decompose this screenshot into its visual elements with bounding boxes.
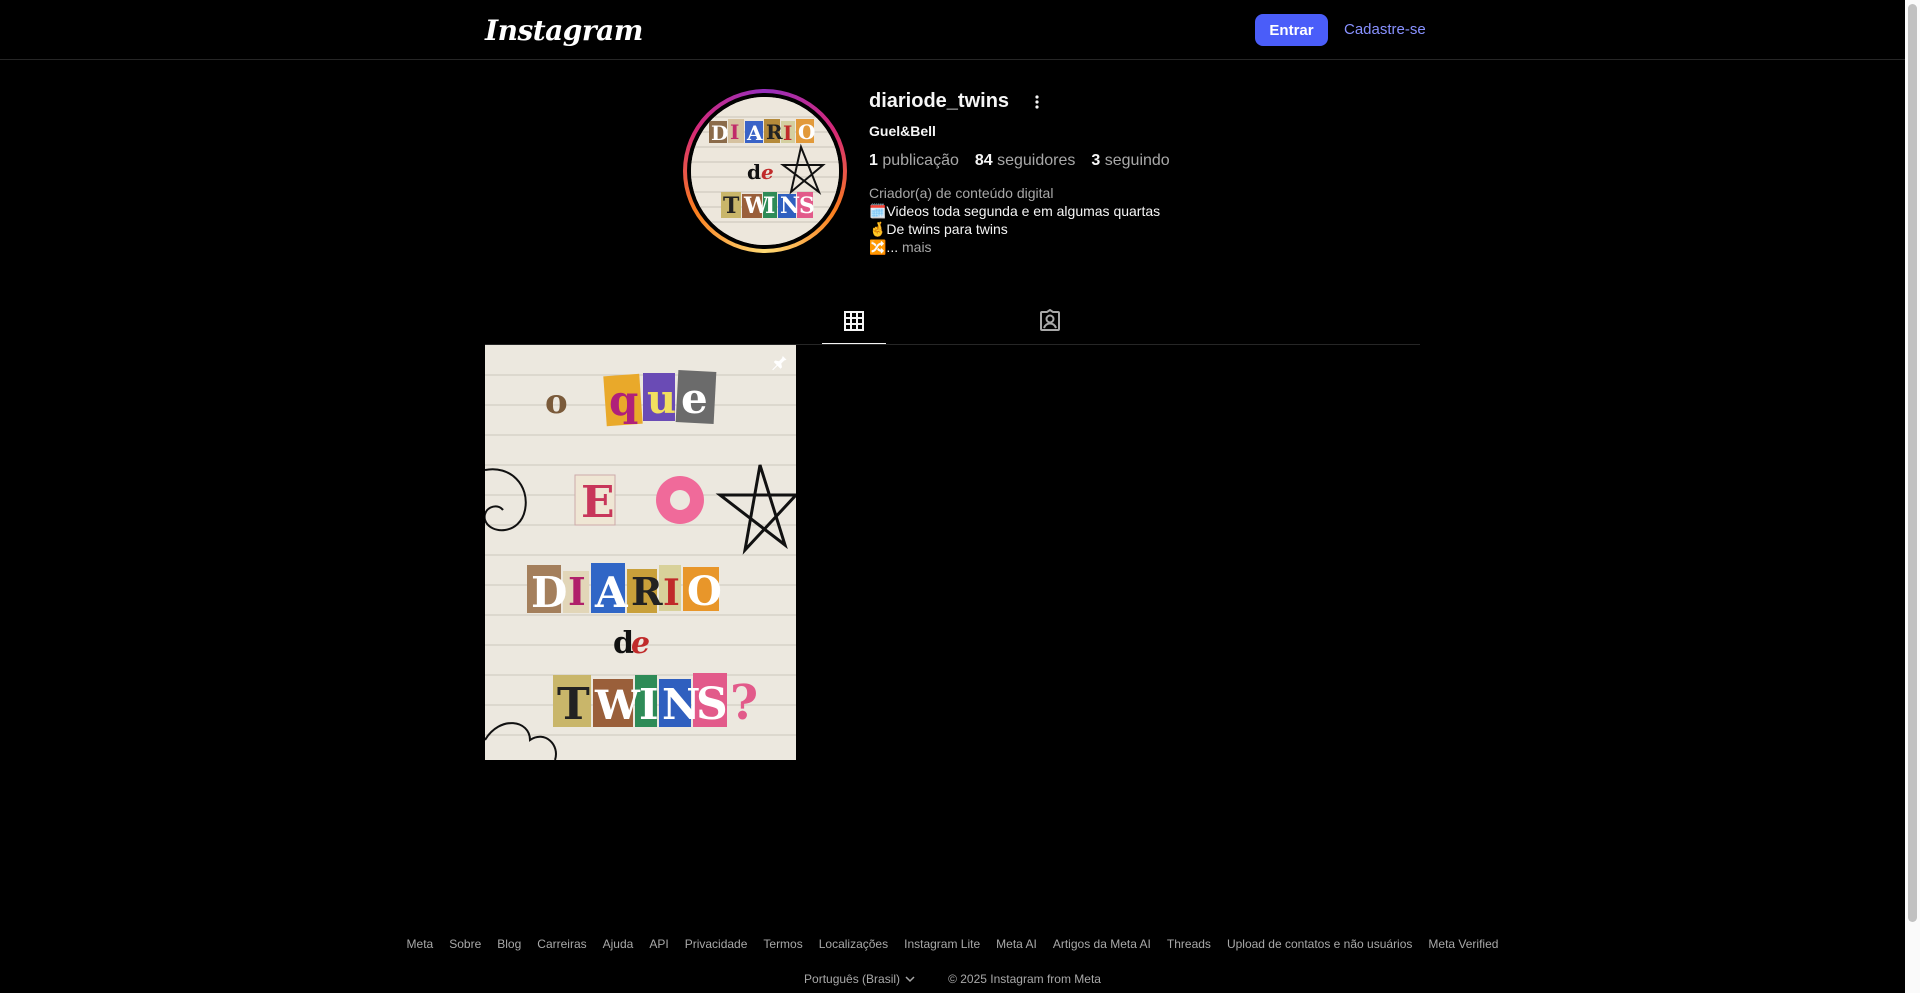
language-label: Português (Brasil): [804, 972, 901, 986]
signup-link[interactable]: Cadastre-se: [1344, 21, 1426, 38]
posts-label: publicação: [882, 152, 959, 169]
followers-label: seguidores: [997, 152, 1076, 169]
svg-text:R: R: [766, 120, 783, 144]
post-image: o q u e E D I A R I O d e T W I N S ?: [485, 345, 796, 760]
footer-link[interactable]: Sobre: [449, 937, 481, 951]
bio-line: 🤞De twins para twins: [869, 221, 1008, 237]
login-button[interactable]: Entrar: [1255, 14, 1328, 46]
footer-link[interactable]: Ajuda: [603, 937, 634, 951]
followers-count: 84: [974, 152, 993, 169]
svg-text:S: S: [696, 679, 728, 730]
bio-line: 🗓️Videos toda segunda e em algumas quart…: [869, 203, 1161, 219]
posts-stat: 1 publicação: [869, 152, 959, 170]
svg-text:I: I: [663, 572, 680, 614]
footer-links: Meta Sobre Blog Carreiras Ajuda API Priv…: [0, 937, 1905, 951]
following-label: seguindo: [1104, 152, 1170, 169]
footer-link[interactable]: Instagram Lite: [904, 937, 980, 951]
profile-stats: 1 publicação 84 seguidores 3 seguindo: [869, 152, 1170, 170]
svg-text:D: D: [711, 121, 728, 145]
copyright-text: © 2025 Instagram from Meta: [948, 972, 1101, 986]
profile-category: Criador(a) de conteúdo digital: [869, 185, 1054, 201]
svg-text:I: I: [639, 680, 659, 729]
svg-text:I: I: [730, 120, 739, 144]
profile-full-name: Guel&Bell: [869, 123, 936, 139]
followers-stat[interactable]: 84 seguidores: [975, 152, 1076, 170]
svg-text:O: O: [798, 120, 815, 144]
posts-count: 1: [869, 152, 878, 169]
svg-text:N: N: [780, 193, 800, 219]
svg-text:S: S: [799, 193, 815, 219]
svg-text:o: o: [545, 382, 568, 422]
svg-text:u: u: [647, 376, 676, 423]
svg-text:I: I: [783, 121, 792, 145]
footer-link[interactable]: Upload de contatos e não usuários: [1227, 937, 1412, 951]
profile-username: diariode_twins: [869, 90, 1010, 112]
footer-link[interactable]: Meta Verified: [1428, 937, 1498, 951]
footer-link[interactable]: Meta: [407, 937, 434, 951]
footer-link[interactable]: Privacidade: [685, 937, 748, 951]
svg-text:N: N: [662, 680, 700, 729]
post-thumbnail[interactable]: o q u e E D I A R I O d e T W I N S ?: [485, 345, 796, 760]
svg-text:A: A: [746, 121, 763, 145]
svg-text:e: e: [631, 626, 650, 661]
svg-text:q: q: [609, 376, 638, 425]
bio-line-prefix: 🔀...: [869, 239, 899, 255]
chevron-down-icon: [905, 976, 915, 983]
top-navigation-bar: Instagram Entrar Cadastre-se: [0, 0, 1905, 60]
svg-text:I: I: [568, 569, 586, 614]
svg-text:e: e: [761, 160, 774, 184]
footer-link[interactable]: Localizações: [819, 937, 888, 951]
following-count: 3: [1091, 152, 1101, 169]
scrollbar-thumb[interactable]: [1908, 4, 1917, 922]
avatar-image: D I A R I O d e T W I N S: [691, 97, 839, 245]
grid-icon: [844, 311, 864, 331]
footer-link[interactable]: Meta AI: [996, 937, 1037, 951]
more-options-icon[interactable]: [1030, 92, 1044, 112]
svg-text:A: A: [594, 568, 629, 617]
svg-text:d: d: [747, 160, 761, 184]
footer-link[interactable]: Threads: [1167, 937, 1211, 951]
svg-text:W: W: [594, 682, 641, 729]
footer-link[interactable]: Carreiras: [537, 937, 586, 951]
svg-text:e: e: [681, 374, 708, 423]
avatar-border: D I A R I O d e T W I N S: [687, 93, 843, 249]
svg-text:D: D: [531, 568, 567, 617]
pin-icon: [772, 354, 787, 371]
svg-text:T: T: [557, 679, 590, 730]
tab-posts[interactable]: [822, 303, 886, 345]
instagram-logo[interactable]: Instagram: [485, 14, 643, 47]
svg-text:I: I: [765, 193, 775, 219]
svg-text:O: O: [687, 568, 722, 615]
bio-more-link[interactable]: mais: [902, 239, 932, 255]
footer-link[interactable]: Termos: [763, 937, 802, 951]
page-scrollbar[interactable]: [1905, 0, 1920, 993]
language-selector[interactable]: Português (Brasil): [804, 972, 916, 986]
tagged-icon: [1040, 309, 1060, 331]
footer-bottom: Português (Brasil) © 2025 Instagram from…: [0, 972, 1905, 986]
svg-text:?: ?: [730, 675, 758, 731]
footer-link[interactable]: API: [649, 937, 668, 951]
tab-tagged[interactable]: [1018, 303, 1082, 345]
svg-text:R: R: [631, 569, 663, 614]
footer-link[interactable]: Artigos da Meta AI: [1053, 937, 1151, 951]
svg-text:E: E: [581, 477, 615, 528]
avatar[interactable]: D I A R I O d e T W I N S: [691, 97, 839, 245]
footer-link[interactable]: Blog: [497, 937, 521, 951]
svg-text:T: T: [723, 193, 740, 219]
following-stat[interactable]: 3 seguindo: [1091, 152, 1169, 170]
story-ring[interactable]: D I A R I O d e T W I N S: [683, 89, 847, 253]
bio-line: 🔀... mais: [869, 239, 932, 256]
